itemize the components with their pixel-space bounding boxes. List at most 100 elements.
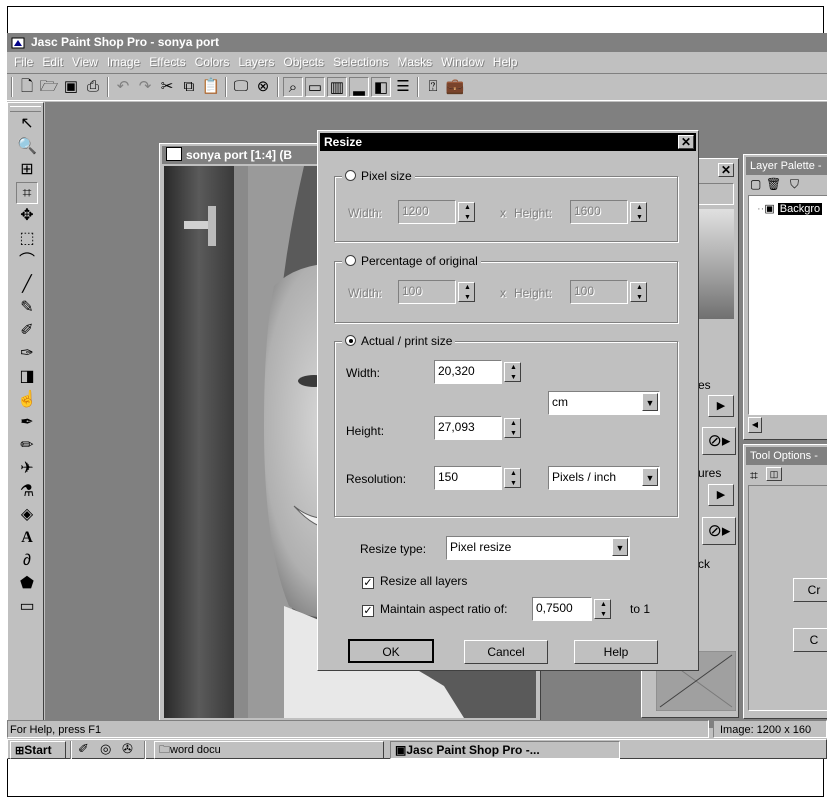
pixel-size-radio[interactable] (345, 170, 356, 181)
maintain-aspect-checkbox[interactable]: ✓ (362, 605, 374, 617)
layer-row-background[interactable]: ··▣ Backgro (757, 202, 823, 215)
chevron-down-icon[interactable]: ▼ (642, 393, 658, 411)
paint-brush-icon[interactable]: ✎ (16, 297, 38, 319)
text-tool-icon[interactable]: A (16, 527, 38, 549)
freehand-tool-icon[interactable]: ⌒ (16, 251, 38, 273)
print-icon[interactable]: ⎙ (83, 77, 103, 97)
help-button[interactable]: Help (574, 640, 658, 664)
toggle-color-palette-icon[interactable]: ▥ (327, 77, 347, 97)
menu-masks[interactable]: Masks (394, 53, 435, 71)
resize-all-layers-option[interactable]: ✓ Resize all layers (362, 574, 467, 589)
browser-icon[interactable]: ◎ (100, 741, 111, 757)
actual-width-input[interactable]: 20,320 (434, 360, 502, 384)
toggle-tool-palette-icon[interactable]: ⌕ (283, 77, 303, 97)
task-word-docu[interactable]: 🗀word docu (154, 741, 384, 759)
menu-window[interactable]: Window (438, 53, 487, 71)
open-folder-icon[interactable]: 🗁 (39, 77, 59, 97)
resolution-input[interactable]: 150 (434, 466, 502, 490)
desktop-icon[interactable]: ✐ (78, 741, 89, 757)
menu-layers[interactable]: Layers (235, 53, 277, 71)
toggle-overview-icon[interactable]: ☰ (393, 77, 413, 97)
mover-tool-icon[interactable]: ✥ (16, 205, 38, 227)
retouch-tool-icon[interactable]: ◨ (16, 366, 38, 388)
pixel-height-spinner[interactable]: ▲ ▼ (630, 202, 647, 222)
arrow-tool-icon[interactable]: ↖ (16, 113, 38, 135)
arrow-right-icon[interactable]: ▶ (708, 395, 734, 417)
scratch-remover-icon[interactable]: ☝ (16, 389, 38, 411)
arrow-right-icon[interactable]: ▶ (708, 484, 734, 506)
percent-width-input[interactable]: 100 (398, 280, 456, 304)
eraser-tool-icon[interactable]: ✒ (16, 412, 38, 434)
draw-tool-icon[interactable]: ∂ (16, 550, 38, 572)
percent-height-spinner[interactable]: ▲ ▼ (630, 282, 647, 302)
vector-object-icon[interactable]: ▭ (16, 596, 38, 618)
options-button-2[interactable]: C (793, 628, 827, 652)
menu-file[interactable]: File (11, 53, 36, 71)
crop-tool-icon[interactable]: ⌗ (16, 182, 38, 204)
toggle-style-bar-icon[interactable]: ▭ (305, 77, 325, 97)
layer-props-icon[interactable]: ⛉ (790, 177, 799, 192)
actual-height-spinner[interactable]: ▲ ▼ (504, 418, 521, 438)
resolution-unit-dropdown[interactable]: Pixels / inch ▼ (548, 466, 660, 490)
menu-colors[interactable]: Colors (192, 53, 233, 71)
resolution-spinner[interactable]: ▲ ▼ (504, 468, 521, 488)
dropper-tool-icon[interactable]: ╱ (16, 274, 38, 296)
aspect-ratio-spinner[interactable]: ▲ ▼ (594, 599, 611, 619)
pixel-width-spinner[interactable]: ▲ ▼ (458, 202, 475, 222)
copy-icon[interactable]: ⧉ (179, 77, 199, 97)
clone-brush-icon[interactable]: ✐ (16, 320, 38, 342)
briefcase-icon[interactable]: 💼 (445, 77, 465, 97)
crop-button[interactable]: Cr (793, 578, 827, 602)
actual-size-radio[interactable] (345, 335, 356, 346)
new-file-icon[interactable]: 🗋 (17, 77, 37, 97)
percentage-option[interactable]: Percentage of original (342, 254, 481, 268)
color-replacer-icon[interactable]: ✑ (16, 343, 38, 365)
percent-height-input[interactable]: 100 (570, 280, 628, 304)
chevron-down-icon[interactable]: ▼ (642, 468, 658, 486)
undo-icon[interactable]: ↶ (113, 77, 133, 97)
percentage-radio[interactable] (345, 255, 356, 266)
ok-button[interactable]: OK (348, 639, 434, 663)
maintain-aspect-option[interactable]: ✓ Maintain aspect ratio of: (362, 602, 507, 617)
zoom-tool-icon[interactable]: 🔍 (16, 136, 38, 158)
actual-width-spinner[interactable]: ▲ ▼ (504, 362, 521, 382)
start-button[interactable]: ⊞Start (10, 741, 66, 759)
menu-image[interactable]: Image (104, 53, 143, 71)
channels-icon[interactable]: ✇ (122, 741, 133, 757)
redo-icon[interactable]: ↷ (135, 77, 155, 97)
deformation-tool-icon[interactable]: ⊞ (16, 159, 38, 181)
delete-layer-icon[interactable]: 🗑 (766, 177, 781, 191)
cut-icon[interactable]: ✂ (157, 77, 177, 97)
chevron-down-icon[interactable]: ▼ (612, 538, 628, 556)
paste-icon[interactable]: 📋 (201, 77, 221, 97)
resize-type-dropdown[interactable]: Pixel resize ▼ (446, 536, 630, 560)
preset-shapes-icon[interactable]: ⬟ (16, 573, 38, 595)
new-layer-icon[interactable]: ▢ (750, 177, 761, 191)
toggle-histogram-icon[interactable]: ▂ (349, 77, 369, 97)
menu-objects[interactable]: Objects (280, 53, 327, 71)
pixel-size-option[interactable]: Pixel size (342, 169, 415, 183)
cancel-button[interactable]: Cancel (464, 640, 548, 664)
crop-tab-icon[interactable]: ⌗ (750, 467, 758, 484)
aspect-ratio-input[interactable]: 0,7500 (532, 597, 592, 621)
fill-bucket-icon[interactable]: ◈ (16, 504, 38, 526)
percent-width-spinner[interactable]: ▲ ▼ (458, 282, 475, 302)
menu-view[interactable]: View (69, 53, 101, 71)
menu-edit[interactable]: Edit (39, 53, 66, 71)
actual-size-option[interactable]: Actual / print size (342, 334, 456, 348)
menu-effects[interactable]: Effects (146, 53, 188, 71)
menu-help[interactable]: Help (490, 53, 521, 71)
unit-dropdown[interactable]: cm ▼ (548, 391, 660, 415)
selection-tool-icon[interactable]: ⬚ (16, 228, 38, 250)
airbrush-icon[interactable]: ✈ (16, 458, 38, 480)
options-tab-icon[interactable]: ◫ (766, 467, 782, 481)
normal-viewing-icon[interactable]: ⊗ (253, 77, 273, 97)
flood-fill-icon[interactable]: ⚗ (16, 481, 38, 503)
picture-tube-icon[interactable]: ✏ (16, 435, 38, 457)
full-screen-icon[interactable]: 🖵 (231, 77, 251, 97)
actual-height-input[interactable]: 27,093 (434, 416, 502, 440)
close-icon[interactable]: ✕ (678, 135, 694, 149)
menu-selections[interactable]: Selections (330, 53, 391, 71)
no-texture-icon[interactable]: ⊘▸ (702, 517, 736, 545)
pixel-width-input[interactable]: 1200 (398, 200, 456, 224)
